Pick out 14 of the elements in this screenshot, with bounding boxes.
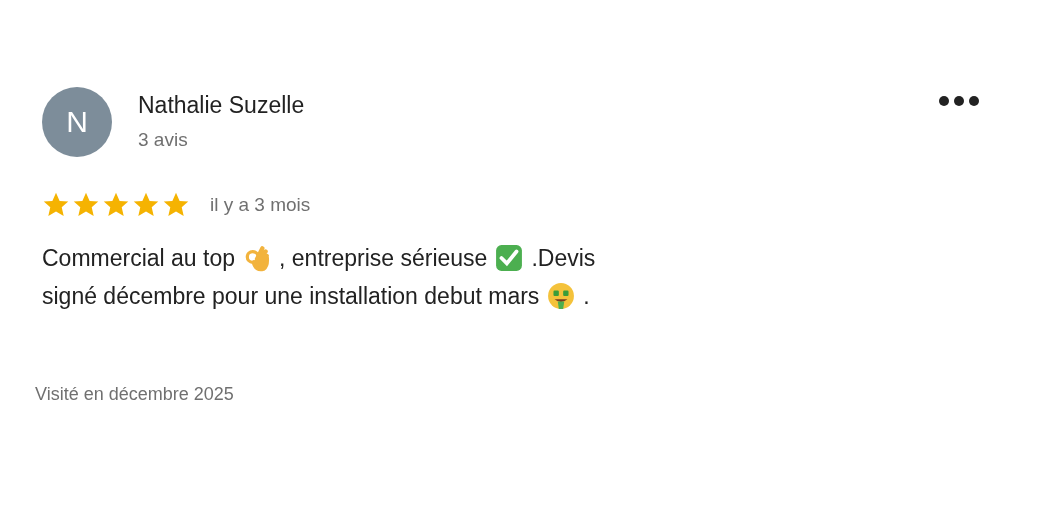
review-text: .	[583, 282, 590, 310]
review-date: il y a 3 mois	[210, 194, 311, 216]
avatar: N	[42, 87, 112, 157]
money-face-icon	[547, 282, 576, 310]
ok-hand-icon	[243, 244, 272, 272]
visit-date: Visité en décembre 2025	[35, 384, 235, 405]
review-text: , entreprise sérieuse	[279, 244, 488, 272]
more-options-icon[interactable]	[938, 95, 980, 107]
author-name: Nathalie Suzelle	[138, 92, 306, 119]
review-text: Commercial au top	[42, 244, 236, 272]
review-count: 3 avis	[138, 129, 189, 151]
review-text: .Devis	[531, 244, 596, 272]
check-mark-icon	[495, 244, 524, 272]
review-text: signé décembre pour une installation debut mars	[42, 282, 540, 310]
